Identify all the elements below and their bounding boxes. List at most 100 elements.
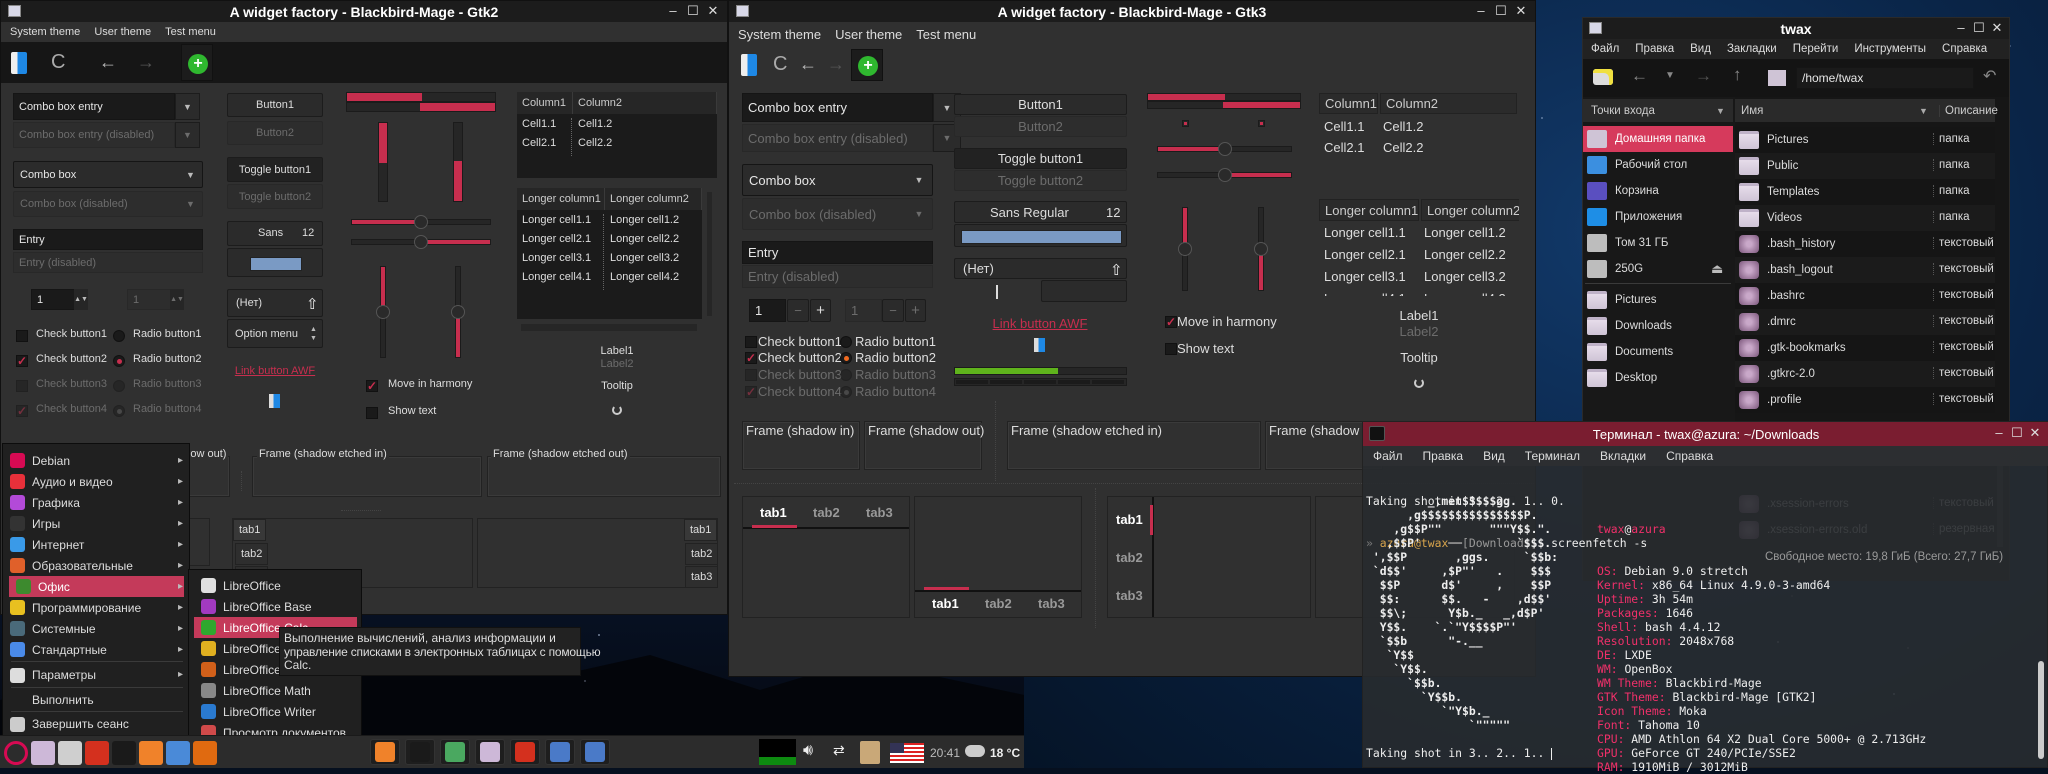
radio-label[interactable]: Radio button2 bbox=[133, 353, 202, 365]
menu-user-theme[interactable]: User theme bbox=[94, 26, 151, 38]
minimize-button[interactable]: – bbox=[665, 3, 681, 18]
codeweavers-icon[interactable] bbox=[85, 741, 109, 765]
back-icon[interactable]: ← bbox=[1631, 66, 1648, 86]
maximize-button[interactable]: ☐ bbox=[1971, 20, 1987, 36]
column-header[interactable]: Longer column1 bbox=[1319, 199, 1419, 221]
menu-item[interactable]: Справка bbox=[1942, 43, 1987, 55]
scale-thumb[interactable] bbox=[1178, 242, 1192, 256]
file-chooser-button[interactable]: (Нет) ⇧ bbox=[227, 289, 323, 317]
tree1-view[interactable]: Column1 Column2 Cell1.1 Cell1.2 Cell2.1 Cell2… bbox=[1319, 93, 1519, 153]
tab-tab1[interactable]: tab1 bbox=[684, 519, 718, 541]
dropdown-arrow-icon[interactable]: ▼ bbox=[175, 93, 200, 120]
us-flag-icon[interactable] bbox=[890, 743, 924, 763]
menu-item-games[interactable]: Игры ▸ bbox=[3, 513, 189, 534]
menu-item[interactable]: Перейти bbox=[1793, 43, 1839, 55]
submenu-item-libreoffice-writer[interactable]: LibreOffice Writer bbox=[189, 701, 361, 722]
reload-icon[interactable]: ↶ bbox=[1983, 66, 1996, 86]
submenu-item-libreoffice-math[interactable]: LibreOffice Math bbox=[189, 680, 361, 701]
increment-button[interactable]: + bbox=[810, 299, 831, 322]
checkbox[interactable] bbox=[745, 336, 757, 348]
tree-cell[interactable]: Cell2.1 bbox=[522, 137, 556, 149]
place-item[interactable]: Рабочий стол bbox=[1583, 152, 1733, 178]
menu-test-menu[interactable]: Test menu bbox=[916, 27, 976, 42]
tree-cell[interactable]: Longer cell2.2 bbox=[610, 233, 679, 245]
place-item[interactable]: 250G ⏏ bbox=[1583, 256, 1733, 282]
tree-cell[interactable]: Cell1.1 bbox=[1324, 119, 1364, 134]
menu-item-debian[interactable]: Debian ▸ bbox=[3, 450, 189, 471]
network-icon[interactable]: ⇄ bbox=[833, 742, 845, 759]
radio-label[interactable]: Radio button2 bbox=[855, 350, 936, 365]
back-icon[interactable]: ← bbox=[99, 52, 117, 73]
menu-item[interactable]: Закладки bbox=[1727, 43, 1777, 55]
combo-box-entry[interactable]: Combo box entry bbox=[13, 93, 175, 120]
column-header[interactable]: Column1 bbox=[1319, 93, 1378, 114]
place-item[interactable]: Том 31 ГБ bbox=[1583, 230, 1733, 256]
tree-cell[interactable]: Longer cell3.2 bbox=[1424, 269, 1506, 284]
scale-thumb[interactable] bbox=[414, 215, 428, 229]
vertical-scrollbar[interactable] bbox=[707, 192, 712, 316]
refresh-icon[interactable]: C bbox=[773, 53, 787, 76]
tree2-view[interactable]: Longer column1 Longer column2 Longer cell1… bbox=[517, 188, 702, 319]
column-header[interactable]: Column1 bbox=[517, 92, 573, 114]
tree2-view[interactable]: Longer column1 Longer column2 Longer cell1… bbox=[1319, 199, 1519, 296]
home-icon[interactable] bbox=[1768, 70, 1786, 86]
file-row[interactable]: Pictures папка bbox=[1735, 127, 1995, 153]
spin-button[interactable]: 1 bbox=[749, 299, 786, 322]
place-item[interactable]: Корзина bbox=[1583, 178, 1733, 204]
tree1-view[interactable]: Column1 Column2 Cell1.1 Cell1.2 Cell2.1 Cell2… bbox=[517, 92, 717, 178]
tree-cell[interactable]: Longer cell2.2 bbox=[1424, 247, 1506, 262]
scale-thumb[interactable] bbox=[1217, 142, 1232, 156]
menu-item[interactable]: Справка bbox=[1666, 449, 1713, 463]
tree-cell[interactable]: Longer cell4.1 bbox=[1324, 291, 1406, 296]
menu-item[interactable]: Инструменты bbox=[1854, 43, 1926, 55]
menu-item-system[interactable]: Системные ▸ bbox=[3, 618, 189, 639]
task-button-atom[interactable] bbox=[440, 739, 470, 765]
option-menu[interactable]: Option menu ▲ ▼ bbox=[227, 319, 323, 348]
close-button[interactable]: ✕ bbox=[705, 3, 721, 19]
tree-cell[interactable]: Longer cell2.1 bbox=[522, 233, 591, 245]
menu-user-theme[interactable]: User theme bbox=[835, 27, 902, 42]
tab-tab2[interactable]: tab2 bbox=[235, 543, 269, 565]
tree-cell[interactable]: Cell2.1 bbox=[1324, 140, 1364, 153]
menu-item-multimedia[interactable]: Аудио и видео ▸ bbox=[3, 471, 189, 492]
bookmark-item[interactable]: Pictures bbox=[1583, 287, 1733, 313]
menu-item[interactable]: Правка bbox=[1635, 43, 1674, 55]
checkbox[interactable]: ✓ bbox=[16, 355, 28, 367]
menu-system-theme[interactable]: System theme bbox=[738, 27, 821, 42]
task-button-window[interactable] bbox=[545, 739, 575, 765]
file-row[interactable]: .bashrc текстовый bbox=[1735, 283, 1995, 309]
menu-item[interactable]: Вкладки bbox=[1600, 449, 1646, 463]
column-header[interactable]: Longer column1 bbox=[517, 188, 605, 210]
task-button-file-manager[interactable] bbox=[475, 739, 505, 765]
dropdown-arrow-icon[interactable]: ▼ bbox=[178, 161, 203, 188]
refresh-icon[interactable]: C bbox=[51, 51, 65, 74]
game-icon[interactable] bbox=[193, 741, 217, 765]
combo-box[interactable]: Combo box bbox=[13, 161, 203, 188]
task-button-codeweavers[interactable] bbox=[510, 739, 540, 765]
radio-label[interactable]: Radio button1 bbox=[855, 334, 936, 349]
checkbox-label[interactable]: Check button1 bbox=[36, 328, 107, 340]
eject-icon[interactable]: ⏏ bbox=[1711, 261, 1723, 277]
tab-tab3[interactable]: tab3 bbox=[685, 566, 719, 588]
app-icon[interactable] bbox=[11, 51, 27, 74]
column-header[interactable]: Longer column2 bbox=[1421, 199, 1519, 221]
tooltip-label[interactable]: Tooltip bbox=[1389, 350, 1449, 365]
forward-icon[interactable]: → bbox=[827, 54, 845, 75]
file-chooser-button[interactable]: (Нет) ⇧ bbox=[954, 258, 1127, 279]
scale-thumb[interactable] bbox=[1217, 168, 1232, 182]
dropdown-arrow-icon[interactable]: ▼ bbox=[905, 164, 933, 196]
tab-tab3[interactable]: tab3 bbox=[1116, 588, 1143, 603]
menu-item[interactable]: Правка bbox=[1423, 449, 1464, 463]
show-desktop-icon[interactable] bbox=[58, 741, 82, 765]
menu-item-internet[interactable]: Интернет ▸ bbox=[3, 534, 189, 555]
tooltip-label[interactable]: Tooltip bbox=[587, 380, 647, 392]
tab-tab2[interactable]: tab2 bbox=[685, 543, 719, 565]
tree-cell[interactable]: Cell1.1 bbox=[522, 118, 556, 130]
font-button[interactable]: Sans Regular 12 bbox=[954, 201, 1127, 223]
menu-item[interactable]: Файл bbox=[1373, 449, 1403, 463]
tree-cell[interactable]: Longer cell1.2 bbox=[610, 214, 679, 226]
tree-cell[interactable]: Longer cell2.1 bbox=[1324, 247, 1406, 262]
file-row[interactable]: .dmrc текстовый bbox=[1735, 309, 1995, 335]
debian-menu-icon[interactable] bbox=[4, 741, 28, 765]
menu-item-programming[interactable]: Программирование ▸ bbox=[3, 597, 189, 618]
